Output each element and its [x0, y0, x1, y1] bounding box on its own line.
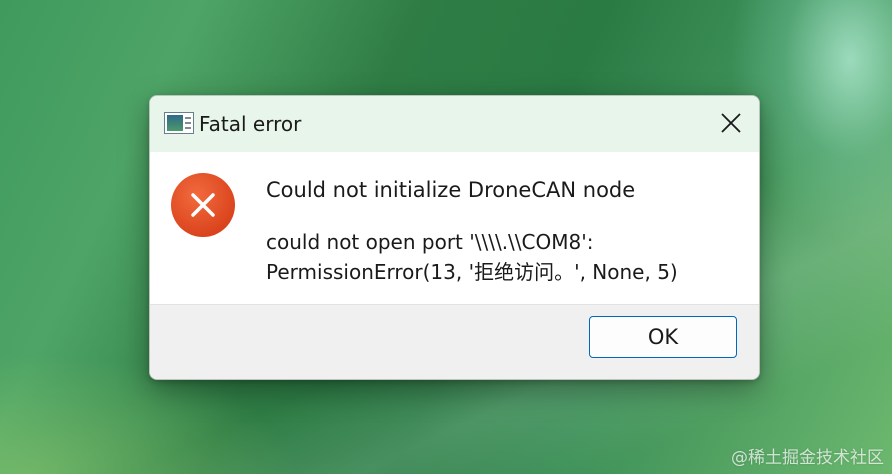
main-instruction: Could not initialize DroneCAN node: [266, 178, 636, 202]
error-detail-line: could not open port '\\\\.\\COM8':: [266, 230, 594, 254]
error-detail-line: PermissionError(13, '拒绝访问。', None, 5): [266, 260, 678, 284]
error-details: could not open port '\\\\.\\COM8': Permi…: [266, 227, 678, 287]
close-icon: [721, 113, 741, 133]
app-window-icon: [164, 112, 194, 134]
close-button[interactable]: [711, 104, 751, 142]
watermark: @稀土掘金技术社区: [731, 448, 884, 468]
dialog-title: Fatal error: [199, 112, 302, 136]
ok-button[interactable]: OK: [589, 316, 737, 358]
error-icon: [171, 173, 235, 237]
fatal-error-dialog: Fatal error Could not initialize DroneCA…: [149, 95, 760, 380]
dialog-content: Could not initialize DroneCAN node could…: [150, 152, 759, 304]
dialog-titlebar[interactable]: Fatal error: [150, 96, 759, 152]
dialog-footer: OK: [150, 304, 759, 379]
